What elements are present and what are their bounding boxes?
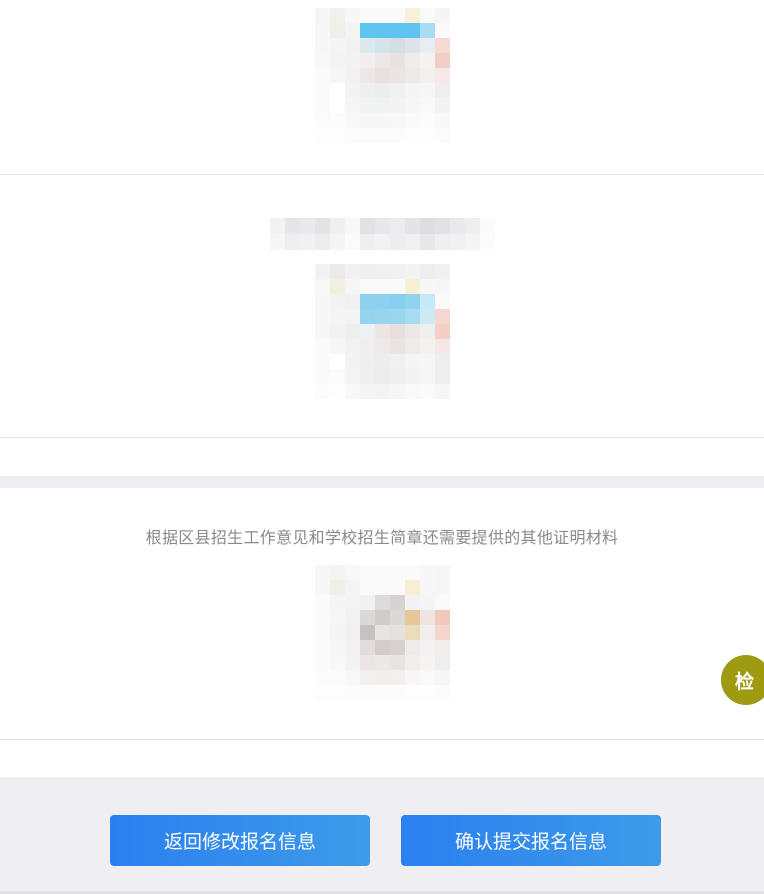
page: 根据区县招生工作意见和学校招生简章还需要提供的其他证明材料 返回修改报名信息 确…	[0, 0, 764, 894]
check-floating-label: 检	[735, 670, 755, 693]
check-floating-button[interactable]: 检	[721, 655, 764, 705]
section-gap	[0, 476, 764, 488]
section-bottom-padding	[0, 740, 764, 777]
other-materials-caption: 根据区县招生工作意见和学校招生简章还需要提供的其他证明材料	[145, 528, 619, 547]
action-footer: 返回修改报名信息 确认提交报名信息	[0, 777, 764, 894]
upload-section-2	[0, 175, 764, 437]
uploaded-image-3[interactable]	[315, 565, 450, 700]
section-divider	[0, 437, 764, 438]
uploaded-image-2[interactable]	[315, 264, 450, 399]
upload-section-1	[0, 0, 764, 174]
uploaded-image-1[interactable]	[315, 8, 450, 143]
section-title-blurred	[270, 218, 495, 250]
back-to-edit-button[interactable]: 返回修改报名信息	[110, 815, 370, 866]
confirm-submit-button[interactable]: 确认提交报名信息	[401, 815, 661, 866]
upload-section-other-materials: 根据区县招生工作意见和学校招生简章还需要提供的其他证明材料	[0, 488, 764, 739]
